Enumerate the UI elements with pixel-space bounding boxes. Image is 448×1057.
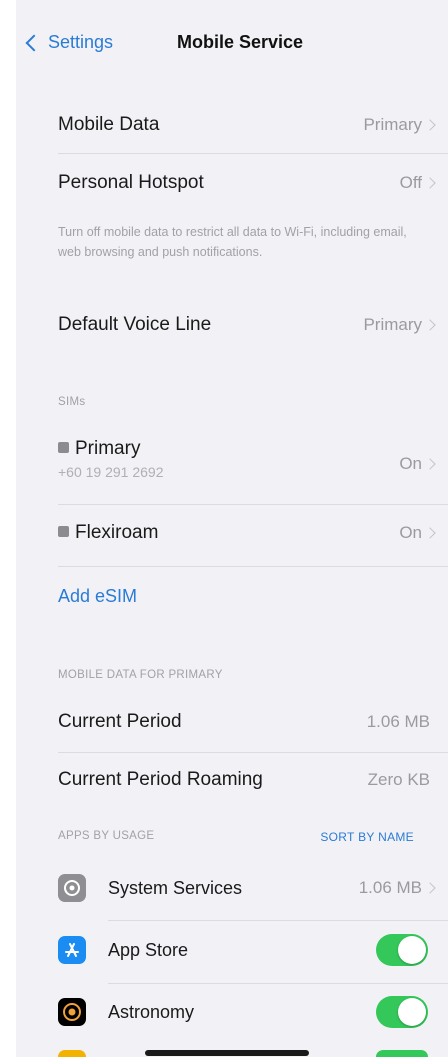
divider — [108, 920, 448, 921]
current-period-roaming-value: Zero KB — [367, 770, 430, 789]
toggle-partial — [376, 1050, 428, 1057]
default-voice-line-value: Primary — [363, 315, 422, 334]
sims-section-header: SIMs — [58, 396, 86, 408]
mobile-data-section-header: MOBILE DATA FOR PRIMARY — [58, 669, 223, 681]
app-row-astronomy: Astronomy — [16, 990, 448, 1034]
home-indicator — [145, 1050, 309, 1056]
mobile-data-label: Mobile Data — [58, 114, 160, 135]
sim-card-icon — [58, 526, 69, 537]
sim-primary-status: On — [399, 454, 422, 473]
current-period-label: Current Period — [58, 711, 182, 732]
sim-flexiroam-name: Flexiroam — [75, 522, 159, 543]
current-period-value: 1.06 MB — [366, 712, 430, 731]
chevron-right-icon — [424, 458, 436, 470]
app-name: Astronomy — [108, 1001, 195, 1022]
sim-flexiroam-status: On — [399, 523, 422, 542]
current-period-row: Current Period 1.06 MB — [16, 700, 448, 744]
chevron-right-icon — [424, 527, 436, 539]
sim-primary-label: Primary — [58, 438, 140, 460]
app-row-app-store: App Store — [16, 928, 448, 972]
divider — [108, 983, 448, 984]
mobile-data-value: Primary — [363, 115, 422, 134]
page-title: Mobile Service — [177, 32, 304, 52]
default-voice-line-row[interactable]: Default Voice Line Primary — [16, 303, 448, 347]
sim-primary-number: +60 19 291 2692 — [58, 464, 164, 480]
back-button[interactable]: Settings — [25, 32, 114, 53]
chevron-right-icon — [424, 319, 436, 331]
sort-by-name-button[interactable]: SORT BY NAME — [320, 830, 414, 844]
app-store-toggle[interactable] — [376, 934, 428, 966]
app-name: System Services — [108, 877, 243, 898]
current-period-roaming-row: Current Period Roaming Zero KB — [16, 758, 448, 802]
app-usage-value: 1.06 MB — [358, 878, 422, 897]
sim-primary-name: Primary — [75, 438, 141, 459]
app-row-system-services[interactable]: System Services 1.06 MB — [16, 866, 448, 910]
gear-icon — [58, 874, 86, 902]
astronomy-icon — [58, 998, 86, 1026]
chevron-left-icon — [25, 34, 43, 52]
mobile-data-row[interactable]: Mobile Data Primary — [16, 103, 448, 147]
personal-hotspot-row[interactable]: Personal Hotspot Off — [16, 161, 448, 205]
personal-hotspot-value: Off — [399, 173, 422, 192]
app-name: App Store — [108, 939, 189, 960]
sim-flexiroam-row[interactable]: Flexiroam On — [16, 511, 448, 555]
chevron-right-icon — [424, 119, 436, 131]
chevron-right-icon — [424, 882, 436, 894]
personal-hotspot-label: Personal Hotspot — [58, 172, 204, 193]
sim-card-icon — [58, 442, 69, 453]
divider — [58, 504, 448, 505]
divider — [58, 153, 448, 154]
default-voice-line-label: Default Voice Line — [58, 314, 212, 335]
chevron-right-icon — [424, 177, 436, 189]
back-label: Settings — [48, 32, 114, 52]
hotspot-footer-note: Turn off mobile data to restrict all dat… — [58, 225, 407, 259]
app-icon-partial — [58, 1050, 86, 1057]
divider — [58, 566, 448, 567]
sim-flexiroam-label: Flexiroam — [58, 522, 158, 544]
app-store-icon — [58, 936, 86, 964]
toggle-knob — [398, 936, 426, 964]
astronomy-toggle[interactable] — [376, 996, 428, 1028]
mobile-service-screen: Settings Mobile Service Mobile Data Prim… — [16, 0, 448, 1057]
apps-by-usage-header: APPS BY USAGE — [58, 830, 155, 842]
navigation-bar: Settings Mobile Service — [16, 20, 448, 68]
divider — [58, 752, 448, 753]
toggle-knob — [398, 998, 426, 1026]
add-esim-button[interactable]: Add eSIM — [58, 586, 137, 607]
current-period-roaming-label: Current Period Roaming — [58, 769, 263, 790]
